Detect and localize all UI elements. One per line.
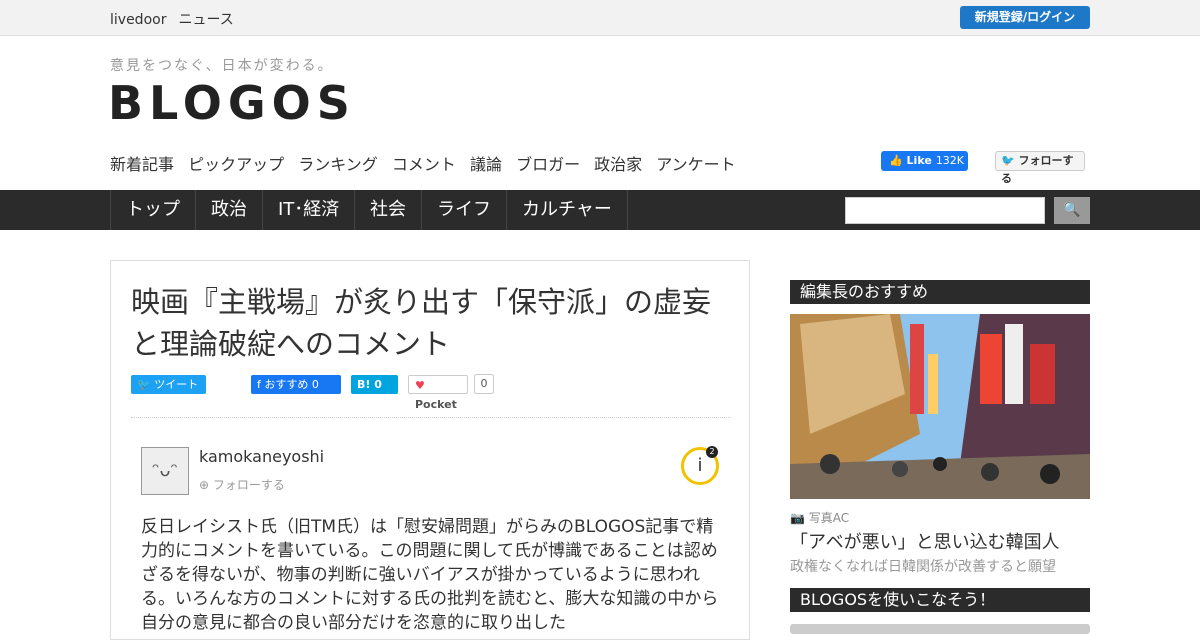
nav-society[interactable]: 社会 <box>354 190 421 230</box>
subnav-ranking[interactable]: ランキング <box>298 155 378 174</box>
plus-circle-icon: ⊕ <box>199 478 210 492</box>
nav-it-economy[interactable]: IT･経済 <box>262 190 354 230</box>
author-badge[interactable]: i 2 <box>681 446 719 485</box>
tweet-label: ツイート <box>154 378 199 391</box>
facebook-icon: f <box>257 378 261 391</box>
nav-top[interactable]: トップ <box>110 190 195 230</box>
facebook-like-button[interactable]: 👍 Like 132K <box>881 151 968 171</box>
article-title: 映画『主戦場』が炙り出す「保守派」の虚妄と理論破綻へのコメント <box>131 285 712 361</box>
subnav-comments[interactable]: コメント <box>392 155 456 174</box>
signup-login-button[interactable]: 新規登録/ログイン <box>960 6 1090 29</box>
search-icon: 🔍 <box>1063 202 1081 218</box>
nav-politics[interactable]: 政治 <box>195 190 262 230</box>
person-icon: i <box>697 455 703 476</box>
hatena-bookmark-button[interactable]: B! 0 <box>351 375 398 394</box>
badge-count: 2 <box>706 446 718 458</box>
twitter-follow-button[interactable]: 🐦 フォローする <box>995 151 1085 185</box>
thumbs-up-icon: 👍 <box>889 154 903 167</box>
photo-credit-text: 写真AC <box>808 511 850 525</box>
article-body: 反日レイシスト氏（旧TM氏）は「慰安婦問題」がらみのBLOGOS記事で精力的にコ… <box>141 517 719 633</box>
follow-author-button[interactable]: ⊕ フォローする <box>199 476 285 493</box>
search-input[interactable] <box>845 197 1045 224</box>
blogos-logo[interactable]: BLOGOS <box>108 76 356 130</box>
news-link[interactable]: ニュース <box>178 12 233 28</box>
camera-icon: 📷 <box>790 511 805 525</box>
photo-credit: 📷 写真AC <box>790 509 1090 526</box>
pocket-icon: ♥ <box>415 379 425 392</box>
how-to-use-heading: BLOGOSを使いこなそう！ <box>790 588 1090 612</box>
top-bar: livedoor ニュース 新規登録/ログイン <box>0 0 1200 36</box>
twitter-bird-icon: 🐦 <box>1001 154 1015 167</box>
subnav-new-articles[interactable]: 新着記事 <box>110 155 174 174</box>
fb-share-label: おすすめ 0 <box>264 378 319 391</box>
featured-photo[interactable] <box>790 314 1090 499</box>
featured-article-subtitle[interactable]: 政権なくなれば日韓関係が改善すると願望 <box>790 556 1090 576</box>
subnav-bloggers[interactable]: ブロガー <box>516 155 580 174</box>
livedoor-link[interactable]: livedoor <box>110 12 166 28</box>
street-photo-illustration <box>790 314 1090 499</box>
subnav-pickup[interactable]: ピックアップ <box>188 155 284 174</box>
follow-label: フォローする <box>212 478 285 492</box>
site-tagline: 意見をつなぐ、日本が変わる。 <box>110 58 334 74</box>
author-avatar[interactable]: ᵔᴗᵔ <box>141 447 189 495</box>
fb-like-label: Like <box>906 154 932 167</box>
article-card: 映画『主戦場』が炙り出す「保守派」の虚妄と理論破綻へのコメント 🐦 ツイート f… <box>110 260 750 640</box>
author-name[interactable]: kamokaneyoshi <box>199 447 324 466</box>
site-brand[interactable]: livedoor ニュース <box>110 9 246 29</box>
facebook-share-button[interactable]: f おすすめ 0 <box>251 375 341 394</box>
nav-life[interactable]: ライフ <box>421 190 506 230</box>
sidebar-panel <box>790 624 1090 634</box>
nav-culture[interactable]: カルチャー <box>506 190 628 230</box>
pocket-label: Pocket <box>415 398 457 411</box>
sidebar: 編集長のおすすめ 📷 写真AC 「アベが悪い」と思い込む韓国人 政権なくなれば日… <box>790 280 1090 576</box>
pocket-button[interactable]: ♥ Pocket <box>408 375 468 411</box>
search-button[interactable]: 🔍 <box>1054 197 1090 224</box>
editor-picks-heading: 編集長のおすすめ <box>790 280 1090 304</box>
subnav-politicians[interactable]: 政治家 <box>594 155 642 174</box>
subnav-survey[interactable]: アンケート <box>656 155 735 174</box>
pocket-count: 0 <box>474 374 494 394</box>
fb-like-count: 132K <box>935 154 965 167</box>
featured-article-title[interactable]: 「アベが悪い」と思い込む韓国人 <box>790 528 1090 554</box>
tweet-button[interactable]: 🐦 ツイート <box>131 375 206 394</box>
subnav-discussion[interactable]: 議論 <box>470 155 502 174</box>
twitter-bird-icon: 🐦 <box>137 378 151 391</box>
sub-navigation: 新着記事 ピックアップ ランキング コメント 議論 ブロガー 政治家 アンケート <box>110 151 745 175</box>
divider <box>131 417 731 418</box>
